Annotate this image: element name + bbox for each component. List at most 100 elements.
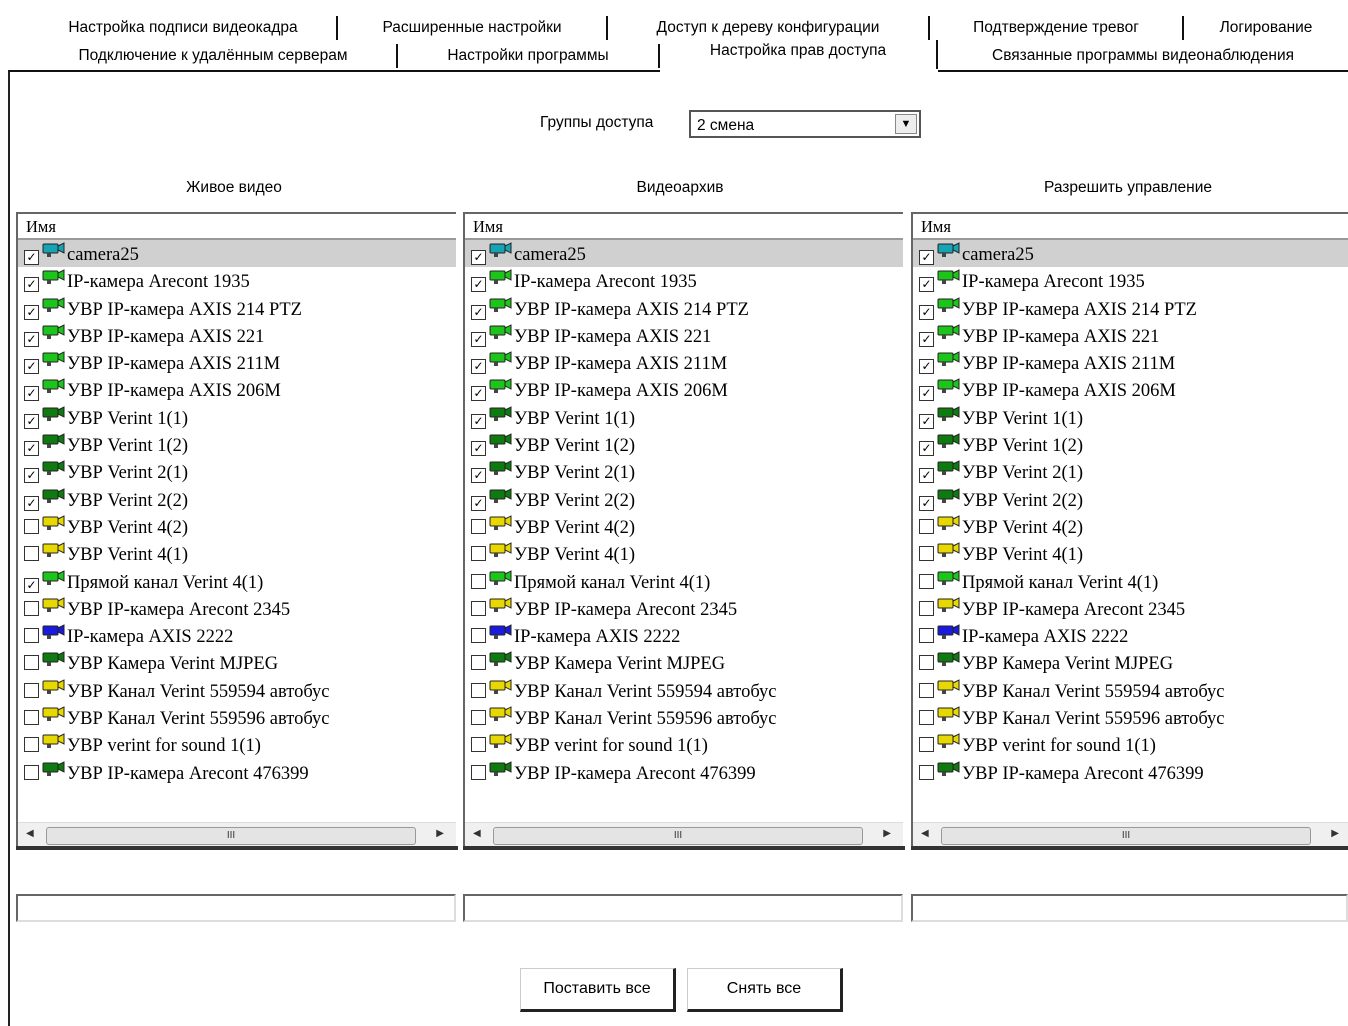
checkbox[interactable] xyxy=(919,546,934,562)
list-item[interactable]: ✓ УВР IP-камера AXIS 206M xyxy=(913,376,1348,403)
list-item[interactable]: УВР verint for sound 1(1) xyxy=(913,731,1348,758)
checkbox[interactable] xyxy=(24,628,39,644)
checkbox[interactable] xyxy=(471,628,486,644)
checkbox[interactable] xyxy=(471,737,486,753)
tab-video-caption[interactable]: Настройка подписи видеокадра xyxy=(30,16,338,40)
checkbox[interactable]: ✓ xyxy=(471,413,486,429)
list-item[interactable]: УВР Канал Verint 559594 автобус xyxy=(465,677,903,704)
list-item[interactable]: ✓ IP-камера Arecont 1935 xyxy=(18,267,456,294)
list-item[interactable]: ✓ УВР IP-камера AXIS 211M xyxy=(465,349,903,376)
checkbox[interactable] xyxy=(471,600,486,616)
checkbox[interactable]: ✓ xyxy=(471,304,486,320)
clear-all-button[interactable]: Снять все xyxy=(687,968,843,1012)
list-item[interactable]: ✓ УВР IP-камера AXIS 211M xyxy=(18,349,456,376)
list-item[interactable]: УВР Канал Verint 559596 автобус xyxy=(465,704,903,731)
checkbox[interactable]: ✓ xyxy=(471,359,486,375)
list-item[interactable]: УВР Канал Verint 559596 автобус xyxy=(18,704,456,731)
tab-logging[interactable]: Логирование xyxy=(1184,16,1348,40)
checkbox[interactable]: ✓ xyxy=(24,441,39,457)
chevron-down-icon[interactable]: ▼ xyxy=(895,114,917,134)
checkbox[interactable] xyxy=(24,710,39,726)
checkbox[interactable]: ✓ xyxy=(919,468,934,484)
name-column-header[interactable]: Имя xyxy=(465,214,903,240)
checkbox[interactable]: ✓ xyxy=(471,468,486,484)
scroll-thumb[interactable]: III xyxy=(46,827,416,845)
list-item[interactable]: IP-камера AXIS 2222 xyxy=(913,622,1348,649)
list-item[interactable]: ✓ УВР Verint 2(2) xyxy=(465,486,903,513)
scroll-thumb[interactable]: III xyxy=(941,827,1311,845)
list-item[interactable]: УВР IP-камера Arecont 2345 xyxy=(18,595,456,622)
checkbox[interactable] xyxy=(24,682,39,698)
checkbox[interactable]: ✓ xyxy=(919,359,934,375)
list-item[interactable]: УВР Камера Verint MJPEG xyxy=(913,649,1348,676)
list-item[interactable]: ✓ УВР Verint 2(2) xyxy=(18,486,456,513)
checkbox[interactable] xyxy=(471,682,486,698)
checkbox[interactable]: ✓ xyxy=(919,413,934,429)
list-item[interactable]: ✓ camera25 xyxy=(913,240,1348,268)
checkbox[interactable]: ✓ xyxy=(471,277,486,293)
checkbox[interactable]: ✓ xyxy=(24,468,39,484)
list-item[interactable]: ✓ УВР Verint 2(1) xyxy=(913,458,1348,485)
list-item[interactable]: ✓ УВР IP-камера AXIS 214 PTZ xyxy=(465,295,903,322)
checkbox[interactable]: ✓ xyxy=(24,277,39,293)
list-item[interactable]: ✓ camera25 xyxy=(18,240,456,268)
list-item[interactable]: ✓ УВР Verint 1(1) xyxy=(18,404,456,431)
list-item[interactable]: ✓ УВР Verint 2(2) xyxy=(913,486,1348,513)
horizontal-scrollbar[interactable]: ◀ III ▶ xyxy=(465,822,903,848)
checkbox[interactable] xyxy=(471,710,486,726)
name-column-header[interactable]: Имя xyxy=(18,214,456,240)
tab-linked-video-programs[interactable]: Связанные программы видеонаблюдения xyxy=(938,44,1348,68)
checkbox[interactable] xyxy=(919,737,934,753)
tab-access-rights[interactable]: Настройка прав доступа xyxy=(660,40,938,70)
list-item[interactable]: ✓ IP-камера Arecont 1935 xyxy=(465,267,903,294)
checkbox[interactable] xyxy=(919,573,934,589)
list-item[interactable]: ✓ УВР Verint 1(1) xyxy=(913,404,1348,431)
list-item[interactable]: ✓ Прямой канал Verint 4(1) xyxy=(18,568,456,595)
checkbox[interactable] xyxy=(471,764,486,780)
list-item[interactable]: УВР Канал Verint 559594 автобус xyxy=(913,677,1348,704)
live-video-text-field[interactable] xyxy=(16,894,456,922)
list-item[interactable]: УВР IP-камера Arecont 2345 xyxy=(913,595,1348,622)
checkbox[interactable] xyxy=(471,655,486,671)
checkbox[interactable]: ✓ xyxy=(471,331,486,347)
checkbox[interactable] xyxy=(919,764,934,780)
list-item[interactable]: ✓ УВР IP-камера AXIS 221 xyxy=(18,322,456,349)
control-list[interactable]: Имя ✓ camera25 ✓ IP-камера Arecont 1935 ✓ УВР … xyxy=(911,212,1348,848)
scroll-right-icon[interactable]: ▶ xyxy=(436,828,444,839)
scroll-thumb[interactable]: III xyxy=(493,827,863,845)
tab-program-settings[interactable]: Настройки программы xyxy=(398,44,660,68)
archive-text-field[interactable] xyxy=(463,894,903,922)
list-item[interactable]: УВР IP-камера Arecont 476399 xyxy=(913,759,1348,786)
live-video-list[interactable]: Имя ✓ camera25 ✓ IP-камера Arecont 1935 ✓ УВР … xyxy=(16,212,456,848)
list-item[interactable]: УВР Verint 4(2) xyxy=(913,513,1348,540)
checkbox[interactable]: ✓ xyxy=(919,386,934,402)
list-item[interactable]: УВР IP-камера Arecont 2345 xyxy=(465,595,903,622)
horizontal-scrollbar[interactable]: ◀ III ▶ xyxy=(913,822,1348,848)
list-item[interactable]: УВР Verint 4(1) xyxy=(465,540,903,567)
checkbox[interactable]: ✓ xyxy=(471,441,486,457)
checkbox[interactable] xyxy=(24,600,39,616)
list-item[interactable]: ✓ УВР IP-камера AXIS 206M xyxy=(18,376,456,403)
checkbox[interactable]: ✓ xyxy=(919,304,934,320)
tab-remote-servers[interactable]: Подключение к удалённым серверам xyxy=(30,44,398,68)
list-item[interactable]: ✓ УВР IP-камера AXIS 214 PTZ xyxy=(18,295,456,322)
checkbox[interactable]: ✓ xyxy=(24,359,39,375)
list-item[interactable]: ✓ УВР IP-камера AXIS 206M xyxy=(465,376,903,403)
scroll-left-icon[interactable]: ◀ xyxy=(26,828,34,839)
checkbox[interactable] xyxy=(919,710,934,726)
list-item[interactable]: ✓ УВР Verint 1(2) xyxy=(913,431,1348,458)
checkbox[interactable] xyxy=(919,518,934,534)
list-item[interactable]: ✓ IP-камера Arecont 1935 xyxy=(913,267,1348,294)
list-item[interactable]: ✓ УВР IP-камера AXIS 221 xyxy=(913,322,1348,349)
checkbox[interactable] xyxy=(24,546,39,562)
list-item[interactable]: УВР verint for sound 1(1) xyxy=(18,731,456,758)
checkbox[interactable]: ✓ xyxy=(919,441,934,457)
checkbox[interactable]: ✓ xyxy=(24,577,39,593)
list-item[interactable]: УВР IP-камера Arecont 476399 xyxy=(465,759,903,786)
checkbox[interactable]: ✓ xyxy=(471,250,486,265)
checkbox[interactable]: ✓ xyxy=(471,495,486,511)
checkbox[interactable] xyxy=(24,655,39,671)
checkbox[interactable]: ✓ xyxy=(24,413,39,429)
access-groups-select[interactable]: 2 смена ▼ xyxy=(689,110,921,138)
list-item[interactable]: IP-камера AXIS 2222 xyxy=(465,622,903,649)
